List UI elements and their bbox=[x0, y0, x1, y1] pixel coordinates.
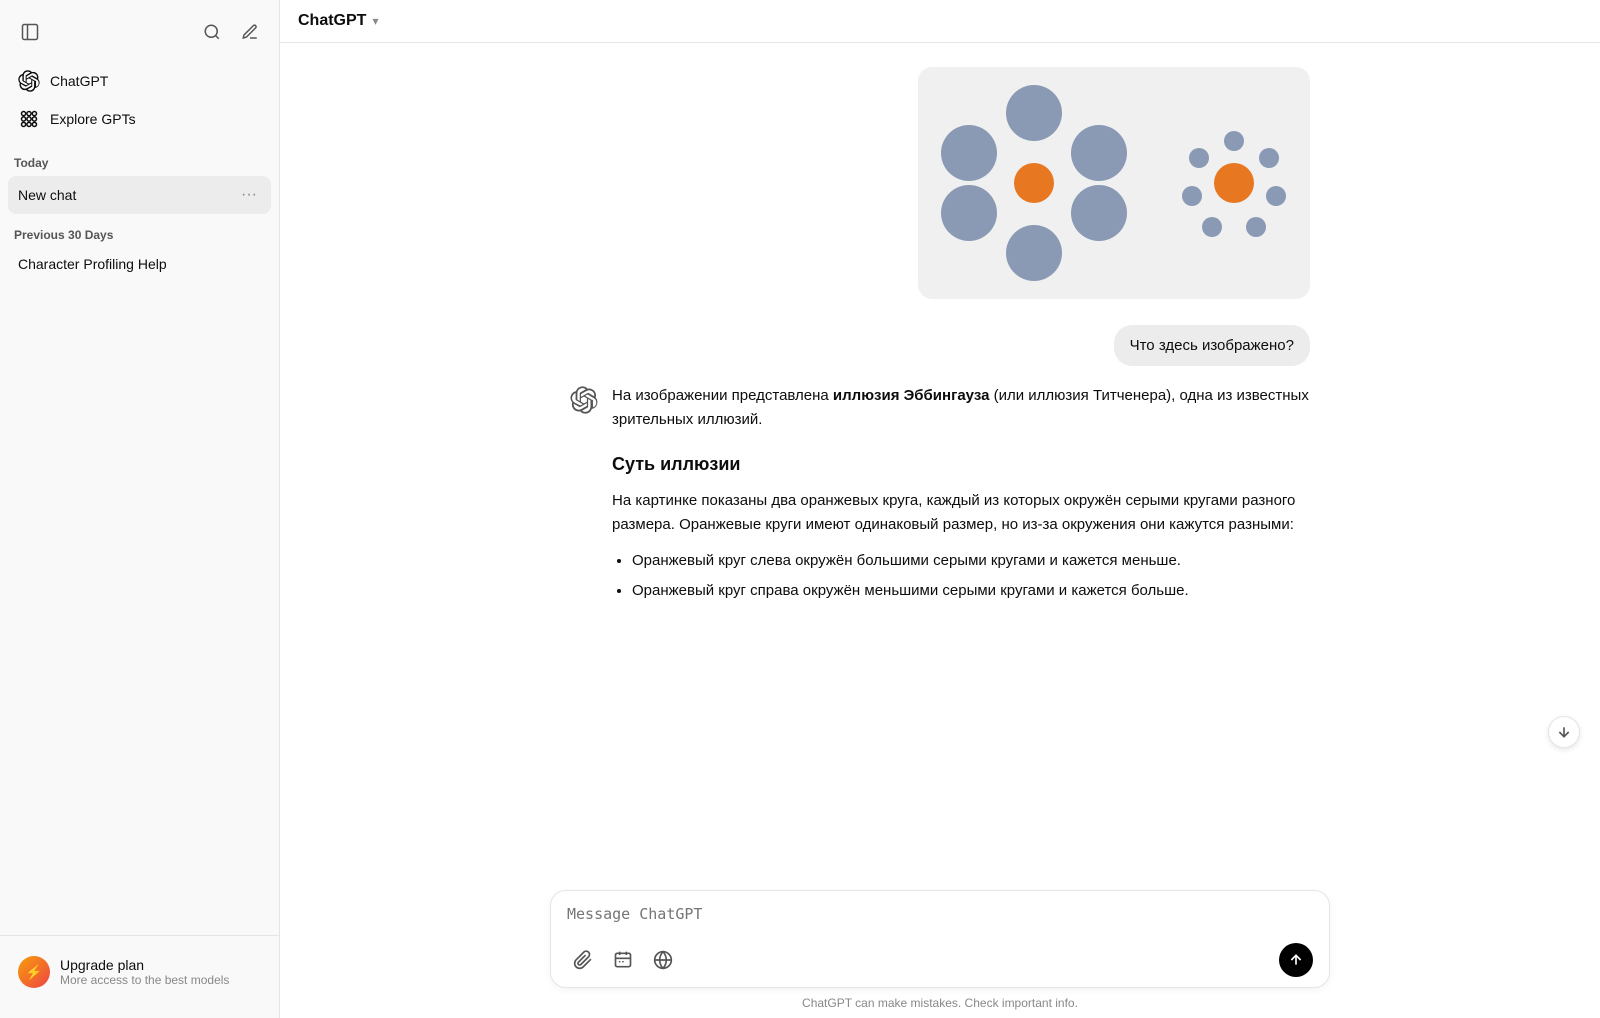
upgrade-icon: ⚡ bbox=[18, 956, 50, 988]
user-image-bubble-wrap bbox=[570, 67, 1310, 299]
ai-bullet-list: Оранжевый круг слева окружён большими се… bbox=[612, 549, 1310, 603]
header-chevron-icon[interactable]: ▾ bbox=[372, 14, 378, 28]
chat-wrapper: Что здесь изображено? На изображении пре… bbox=[280, 43, 1600, 878]
input-box bbox=[550, 890, 1330, 988]
sidebar-chat-character-label: Character Profiling Help bbox=[18, 256, 167, 272]
sidebar: ChatGPT Explore GPTs Today New chat bbox=[0, 0, 280, 1018]
input-area: ChatGPT can make mistakes. Check importa… bbox=[280, 878, 1600, 1018]
ai-para1: На картинке показаны два оранжевых круга… bbox=[612, 489, 1310, 537]
sidebar-item-explore-label: Explore GPTs bbox=[50, 111, 136, 127]
sidebar-chat-new-label: New chat bbox=[18, 187, 76, 203]
send-button[interactable] bbox=[1279, 943, 1313, 977]
sidebar-chat-character[interactable]: Character Profiling Help bbox=[8, 248, 271, 280]
grid-icon bbox=[18, 108, 40, 130]
main-area: ChatGPT ▾ bbox=[280, 0, 1600, 1018]
input-left-icons bbox=[567, 946, 679, 974]
sidebar-chat-new[interactable]: New chat ··· bbox=[8, 176, 271, 214]
search-button[interactable] bbox=[197, 17, 227, 47]
ai-response-content: На изображении представлена иллюзия Эбби… bbox=[612, 384, 1310, 615]
input-actions-bar bbox=[567, 943, 1313, 977]
ebbinghaus-illusion-right bbox=[1174, 123, 1294, 243]
upgrade-text: Upgrade plan More access to the best mod… bbox=[60, 957, 229, 987]
chat-content: Что здесь изображено? На изображении пре… bbox=[550, 67, 1330, 639]
chat-area: Что здесь изображено? На изображении пре… bbox=[280, 43, 1600, 878]
upgrade-plan-item[interactable]: ⚡ Upgrade plan More access to the best m… bbox=[8, 946, 271, 998]
new-chat-icon-button[interactable] bbox=[235, 17, 265, 47]
ai-section-title: Суть иллюзии bbox=[612, 450, 1310, 479]
ai-bullet-1: Оранжевый круг слева окружён большими се… bbox=[632, 549, 1310, 573]
user-text-bubble-wrap: Что здесь изображено? bbox=[570, 317, 1310, 366]
sidebar-item-chatgpt-label: ChatGPT bbox=[50, 73, 108, 89]
user-image-bubble bbox=[918, 67, 1310, 299]
disclaimer-text: ChatGPT can make mistakes. Check importa… bbox=[802, 996, 1078, 1010]
sidebar-bottom: ⚡ Upgrade plan More access to the best m… bbox=[0, 935, 279, 1008]
upgrade-title: Upgrade plan bbox=[60, 957, 229, 973]
sidebar-item-explore[interactable]: Explore GPTs bbox=[8, 100, 271, 138]
sidebar-top-bar bbox=[0, 10, 279, 58]
sidebar-item-chatgpt[interactable]: ChatGPT bbox=[8, 62, 271, 100]
tools-button[interactable] bbox=[607, 946, 639, 974]
browse-web-button[interactable] bbox=[647, 946, 679, 974]
section-previous-label: Previous 30 Days bbox=[0, 214, 279, 248]
upgrade-subtitle: More access to the best models bbox=[60, 973, 229, 987]
toggle-sidebar-button[interactable] bbox=[14, 16, 46, 48]
header-title: ChatGPT bbox=[298, 12, 366, 30]
ai-bullet-2: Оранжевый круг справа окружён меньшими с… bbox=[632, 579, 1310, 603]
scroll-down-button[interactable] bbox=[1548, 716, 1580, 748]
ai-response: На изображении представлена иллюзия Эбби… bbox=[570, 384, 1310, 615]
chatgpt-icon bbox=[18, 70, 40, 92]
sidebar-nav: ChatGPT Explore GPTs bbox=[0, 58, 279, 142]
chat-item-menu-dots[interactable]: ··· bbox=[237, 184, 261, 206]
attach-file-button[interactable] bbox=[567, 946, 599, 974]
message-input[interactable] bbox=[567, 905, 1313, 929]
main-header: ChatGPT ▾ bbox=[280, 0, 1600, 43]
user-text-bubble: Что здесь изображено? bbox=[1114, 325, 1310, 366]
ai-avatar-icon bbox=[570, 386, 598, 414]
ebbinghaus-illusion-left bbox=[934, 83, 1134, 283]
ai-intro-paragraph: На изображении представлена иллюзия Эбби… bbox=[612, 384, 1310, 432]
section-today-label: Today bbox=[0, 142, 279, 176]
